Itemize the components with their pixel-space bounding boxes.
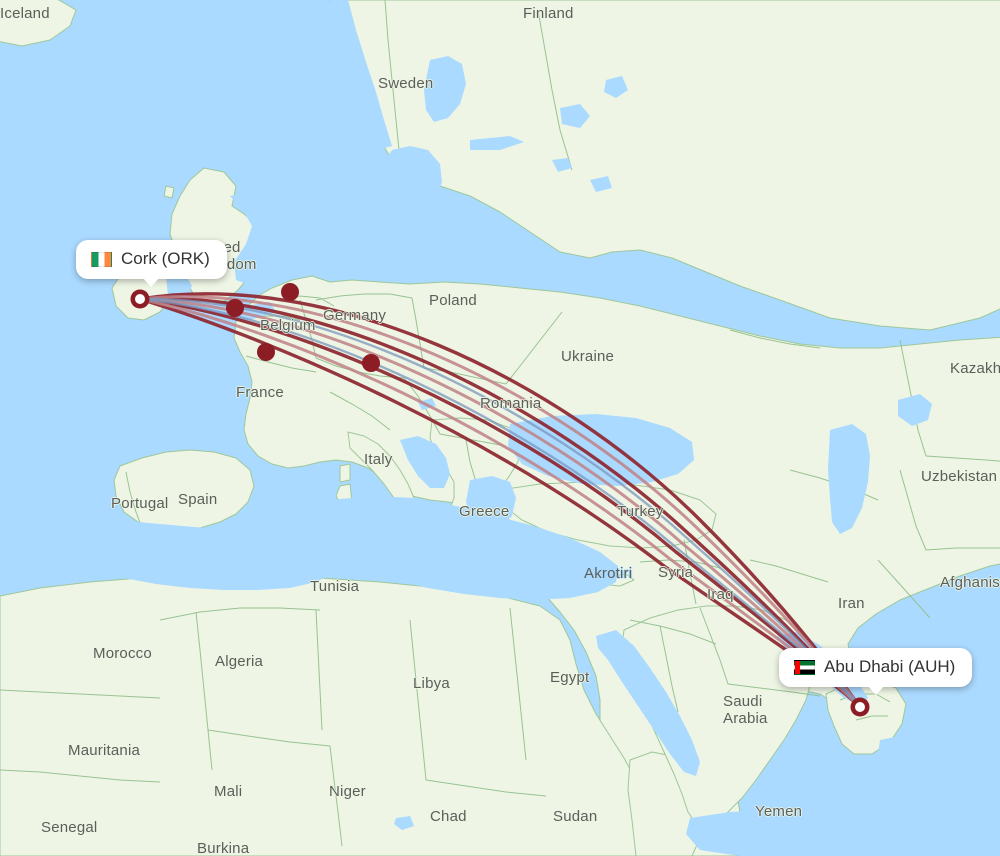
map-canvas[interactable] xyxy=(0,0,1000,856)
land-corsica xyxy=(339,463,351,483)
land-hebrides xyxy=(163,185,175,199)
flight-route-map[interactable]: IcelandSwedenFinlandUnitedKingdomPolandG… xyxy=(0,0,1000,856)
origin-tooltip-cork[interactable]: Cork (ORK) xyxy=(76,240,227,287)
destination-marker-abu-dhabi[interactable] xyxy=(850,697,870,717)
water-arabian-sea xyxy=(874,726,1000,856)
stop-marker-stop-1[interactable] xyxy=(281,283,299,301)
marker-ring-inner xyxy=(135,294,145,304)
flag-ireland-icon xyxy=(91,251,112,267)
stop-marker-stop-2[interactable] xyxy=(226,299,244,317)
destination-airport-label: Abu Dhabi (AUH) xyxy=(824,657,956,676)
origin-airport-label: Cork (ORK) xyxy=(121,249,210,268)
stop-marker-stop-3[interactable] xyxy=(257,343,275,361)
marker-ring-inner xyxy=(855,702,865,712)
stop-marker-stop-4[interactable] xyxy=(362,354,380,372)
flag-uae-icon xyxy=(794,659,815,675)
destination-tooltip-abu-dhabi[interactable]: Abu Dhabi (AUH) xyxy=(779,648,973,695)
origin-marker-cork[interactable] xyxy=(130,289,150,309)
water-mediterranean xyxy=(96,520,344,590)
